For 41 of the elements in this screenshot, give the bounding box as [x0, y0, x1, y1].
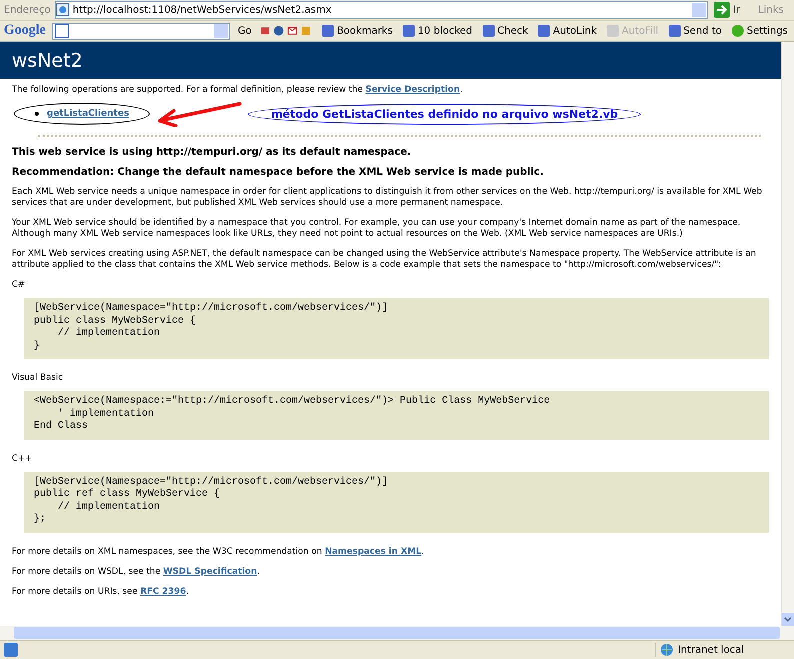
paragraph-text: For XML Web services creating using ASP.NET, the default namespace can be changed using the WebService attribute's Namespace property. The WebService attribute is an attribute applied to the class that contains the XML Web service methods. Below is a code example that sets the namespace to "http://microsoft.com/webservices/": — [12, 249, 758, 271]
paragraph-text: Each XML Web service needs a unique namespace in order for client applications to distinguish it from other services on the Web. http://tempuri.org/ is available for XML Web services that are under development, but published XML Web services should use a more permanent namespace. — [12, 187, 764, 209]
operation-link[interactable]: getListaClientes — [47, 109, 130, 119]
horizontal-scrollbar[interactable] — [0, 626, 794, 640]
toolbar-button[interactable]: AutoLink — [536, 25, 599, 37]
search-field[interactable] — [52, 22, 230, 40]
toolbar-button[interactable]: Check — [480, 25, 530, 37]
reference-link[interactable]: WSDL Specification — [163, 566, 258, 576]
code-block: [WebService(Namespace="http://microsoft.com/webservices/")] public class MyWebService { // implementation } — [24, 298, 769, 359]
code-block: <WebService(Namespace:="http://microsoft.com/webservices/")> Public Class MyWebService ' implementation End Class — [24, 391, 769, 440]
scroll-down-button[interactable] — [782, 613, 794, 626]
details-text: For more details on WSDL, see the WSDL Specification. — [12, 566, 261, 578]
language-label: C++ — [12, 454, 34, 464]
service-description-link[interactable]: Service Description — [366, 85, 460, 95]
heading-text: Recommendation: Change the default namespace before the XML Web service is made public. — [12, 167, 545, 179]
toolbar-button[interactable]: Send to — [666, 25, 724, 37]
arrow-icon — [156, 101, 242, 127]
vertical-scrollbar[interactable] — [781, 42, 794, 626]
language-label: Visual Basic — [12, 373, 64, 384]
paragraph-text: Your XML Web service should be identified by a namespace that you control. For example, you can use your company's Internet domain name as part of the namespace. Although many XML Web service namespaces look like URLs, they need not point to actual resources on the Web. (XML Web service namespaces are URIs.) — [12, 218, 742, 240]
page-title: wsNet2 — [12, 50, 83, 72]
code-block: [WebService(Namespace="http://microsoft.com/webservices/")] public ref class MyWebService { // implementation }; — [24, 472, 769, 532]
settings-button[interactable]: Settings — [730, 25, 790, 37]
globe-icon — [660, 643, 674, 657]
language-label: C# — [12, 280, 26, 291]
details-text: For more details on XML namespaces, see the W3C recommendation on Namespaces in XML. — [12, 546, 426, 558]
zone-label: Intranet local — [678, 644, 744, 656]
address-label: Endereço — [4, 4, 51, 16]
reference-link[interactable]: RFC 2396 — [140, 586, 186, 596]
toolbar-button[interactable]: Bookmarks — [320, 25, 395, 37]
address-field[interactable]: http://localhost:1108/netWebServices/wsNet2.asmx — [54, 1, 708, 19]
bullet-icon — [35, 112, 39, 116]
annotation-bubble: método GetListaClientes definido no arquivo wsNet2.vb — [248, 104, 642, 124]
toolbar-logo: Google — [4, 23, 46, 39]
go-button[interactable]: Go — [236, 26, 254, 36]
heading-text: This web service is using http://tempuri.org/ as its default namespace. — [12, 147, 412, 159]
reference-link[interactable]: Namespaces in XML — [325, 546, 422, 556]
intro-text: The following operations are supported. For a formal definition, please review the Service Description. — [12, 85, 464, 96]
details-text: For more details on URIs, see RFC 2396. — [12, 586, 190, 598]
go-button[interactable]: Ir — [712, 2, 748, 18]
toolbar-button[interactable]: 10 blocked — [400, 25, 475, 37]
